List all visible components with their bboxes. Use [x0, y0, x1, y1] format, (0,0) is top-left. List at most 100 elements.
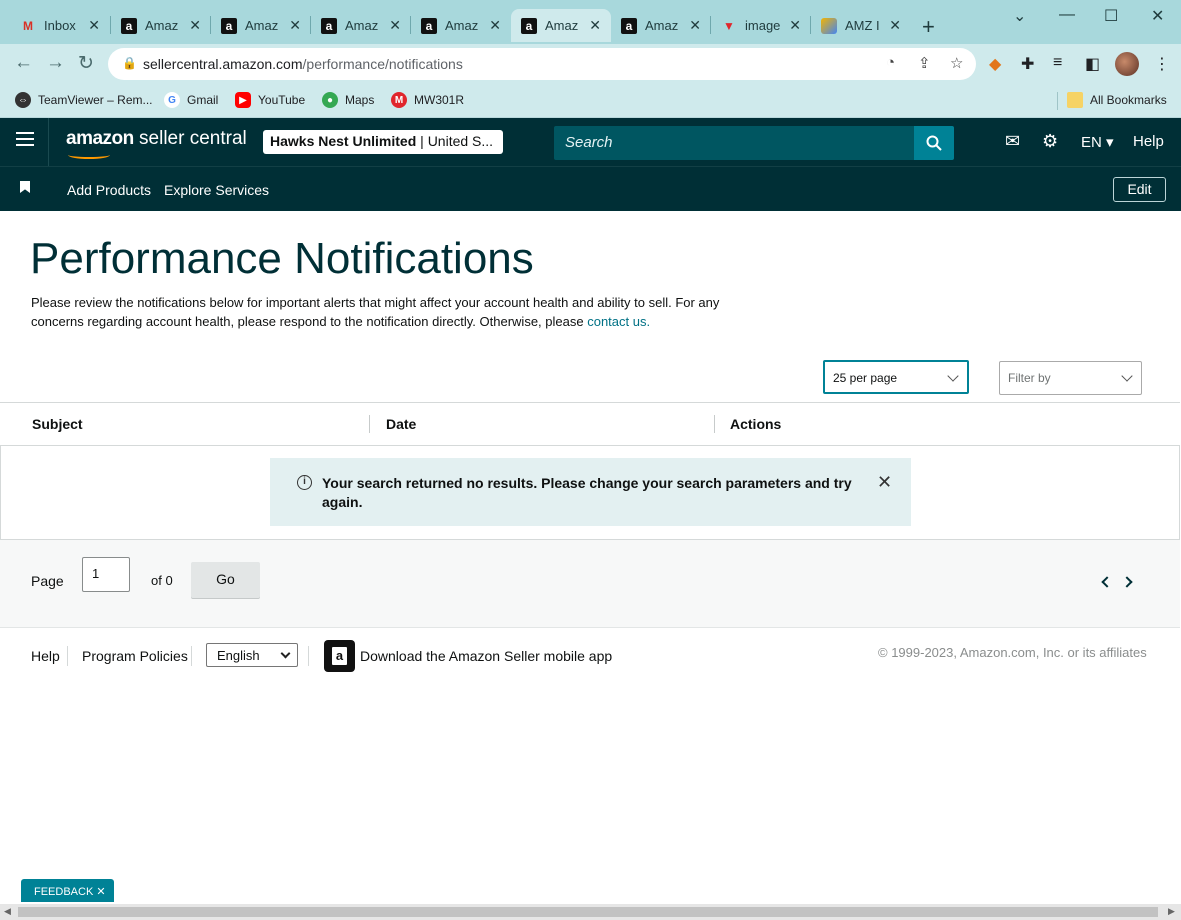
browser-tab[interactable]: AMZ I ✕: [811, 9, 911, 42]
per-page-select[interactable]: 25 per page: [823, 360, 969, 394]
new-tab-icon[interactable]: +: [922, 14, 935, 40]
performance-icon[interactable]: ◔: [886, 54, 895, 71]
close-tab-icon[interactable]: ✕: [589, 17, 601, 34]
hamburger-menu-icon[interactable]: [16, 132, 34, 150]
intro-text: Please review the notifications below fo…: [31, 295, 720, 329]
bookmark-star-icon[interactable]: ☆: [950, 54, 963, 72]
amazon-icon: a: [621, 17, 637, 34]
help-link[interactable]: Help: [1133, 133, 1164, 150]
column-actions: Actions: [730, 416, 782, 432]
url-host: sellercentral.amazon.com: [143, 56, 303, 72]
close-tab-icon[interactable]: ✕: [689, 17, 701, 34]
browser-tab-active[interactable]: a Amaz ✕: [511, 9, 611, 42]
folder-icon: [1067, 92, 1083, 108]
download-app-link[interactable]: Download the Amazon Seller mobile app: [360, 648, 612, 664]
scroll-right-icon[interactable]: ▶: [1168, 906, 1175, 917]
close-tab-icon[interactable]: ✕: [789, 17, 801, 34]
mercusys-icon: M: [391, 92, 407, 108]
amazon-icon: a: [521, 17, 537, 34]
search-input[interactable]: Search: [554, 126, 914, 160]
all-bookmarks[interactable]: All Bookmarks: [1067, 92, 1167, 108]
scroll-left-icon[interactable]: ◀: [4, 906, 11, 917]
browser-tab[interactable]: a Amaz ✕: [211, 9, 311, 42]
side-panel-icon[interactable]: ◧: [1085, 54, 1100, 74]
close-icon[interactable]: ✕: [96, 886, 105, 898]
bookmark-mw301r[interactable]: M MW301R: [391, 92, 464, 108]
extensions-icon[interactable]: ✚: [1021, 54, 1034, 74]
chevron-down-icon: [280, 648, 291, 659]
youtube-icon: ▶: [235, 92, 251, 108]
metamask-icon[interactable]: ◆: [989, 54, 1001, 74]
browser-tabstrip: M Inbox ✕ a Amaz ✕ a Amaz ✕ a Amaz ✕ a Amaz ✕ a Ama…: [0, 0, 1181, 44]
minimize-icon[interactable]: —: [1059, 6, 1075, 24]
footer-program-policies-link[interactable]: Program Policies: [82, 648, 188, 664]
close-icon[interactable]: ✕: [877, 472, 892, 493]
amazon-seller-app-icon[interactable]: a: [324, 640, 355, 672]
amazon-icon: a: [221, 17, 237, 34]
nav-explore-services[interactable]: Explore Services: [164, 182, 269, 198]
page-number-input[interactable]: 1: [82, 557, 130, 592]
bookmarks-bar: ⇔ TeamViewer – Rem... G Gmail ▶ YouTube ● Ma…: [0, 84, 1181, 118]
gear-icon[interactable]: ⚙: [1042, 131, 1058, 152]
browser-tab[interactable]: a Amaz ✕: [611, 9, 711, 42]
chevron-down-icon: [947, 370, 959, 382]
profile-avatar[interactable]: [1115, 52, 1139, 76]
page-title: Performance Notifications: [30, 234, 534, 283]
column-date[interactable]: Date: [386, 416, 416, 432]
close-tab-icon[interactable]: ✕: [389, 17, 401, 34]
language-selector[interactable]: EN ▾: [1081, 133, 1114, 151]
scrollbar-thumb[interactable]: [18, 907, 1158, 917]
back-icon[interactable]: ←: [14, 52, 33, 74]
footer-language-select[interactable]: English: [206, 643, 298, 667]
chevron-right-icon[interactable]: [1121, 576, 1133, 588]
close-tab-icon[interactable]: ✕: [88, 17, 100, 34]
footer-help-link[interactable]: Help: [31, 648, 60, 664]
close-tab-icon[interactable]: ✕: [889, 17, 901, 34]
maps-icon: ●: [322, 92, 338, 108]
close-window-icon[interactable]: ✕: [1151, 6, 1164, 26]
browser-tab[interactable]: ▼ image ✕: [711, 9, 811, 42]
browser-tab[interactable]: a Amaz ✕: [411, 9, 511, 42]
column-subject[interactable]: Subject: [32, 416, 83, 432]
close-tab-icon[interactable]: ✕: [489, 17, 501, 34]
close-tab-icon[interactable]: ✕: [289, 17, 301, 34]
bookmark-maps[interactable]: ● Maps: [322, 92, 374, 108]
contact-us-link[interactable]: contact us.: [587, 314, 650, 329]
browser-tab[interactable]: a Amaz ✕: [111, 9, 211, 42]
media-icon[interactable]: ≡: [1053, 54, 1062, 72]
tab-search-icon[interactable]: ⌄: [1013, 6, 1026, 26]
lock-icon[interactable]: 🔒: [122, 56, 137, 70]
search-button[interactable]: [914, 126, 954, 160]
browser-tab[interactable]: a Amaz ✕: [311, 9, 411, 42]
bookmark-gmail[interactable]: G Gmail: [164, 92, 218, 108]
close-tab-icon[interactable]: ✕: [189, 17, 201, 34]
info-icon: i: [297, 475, 312, 490]
google-icon: G: [164, 92, 180, 108]
reload-icon[interactable]: ↻: [78, 52, 94, 75]
maximize-icon[interactable]: ☐: [1104, 6, 1118, 26]
menu-kebab-icon[interactable]: ⋮: [1154, 54, 1170, 74]
amazon-icon: a: [121, 17, 137, 34]
address-bar[interactable]: 🔒 sellercentral.amazon.com/performance/n…: [108, 48, 976, 80]
mail-icon[interactable]: ✉: [1005, 131, 1020, 152]
horizontal-scrollbar[interactable]: ◀ ▶: [0, 904, 1181, 920]
forward-icon[interactable]: →: [46, 52, 65, 74]
amz-tool-icon: [821, 17, 837, 34]
edit-nav-button[interactable]: Edit: [1113, 177, 1166, 202]
store-selector[interactable]: Hawks Nest Unlimited | United S...: [263, 130, 503, 154]
page-total: of 0: [151, 573, 173, 588]
bookmark-teamviewer[interactable]: ⇔ TeamViewer – Rem...: [15, 92, 153, 108]
copyright: © 1999-2023, Amazon.com, Inc. or its aff…: [878, 645, 1147, 660]
seller-central-logo[interactable]: amazon seller central: [66, 128, 247, 159]
bookmark-youtube[interactable]: ▶ YouTube: [235, 92, 305, 108]
feedback-button[interactable]: FEEDBACK ✕: [21, 879, 114, 902]
browser-tab[interactable]: M Inbox ✕: [10, 9, 110, 42]
nav-add-products[interactable]: Add Products: [67, 182, 151, 198]
chevron-left-icon[interactable]: [1101, 576, 1113, 588]
go-button[interactable]: Go: [191, 562, 260, 598]
bookmark-icon[interactable]: [20, 181, 30, 193]
share-icon[interactable]: ⇪: [918, 54, 931, 72]
teamviewer-icon: ⇔: [15, 92, 31, 108]
pagination: Page 1 of 0 Go: [0, 540, 1180, 628]
filter-by-select[interactable]: Filter by: [999, 361, 1142, 395]
